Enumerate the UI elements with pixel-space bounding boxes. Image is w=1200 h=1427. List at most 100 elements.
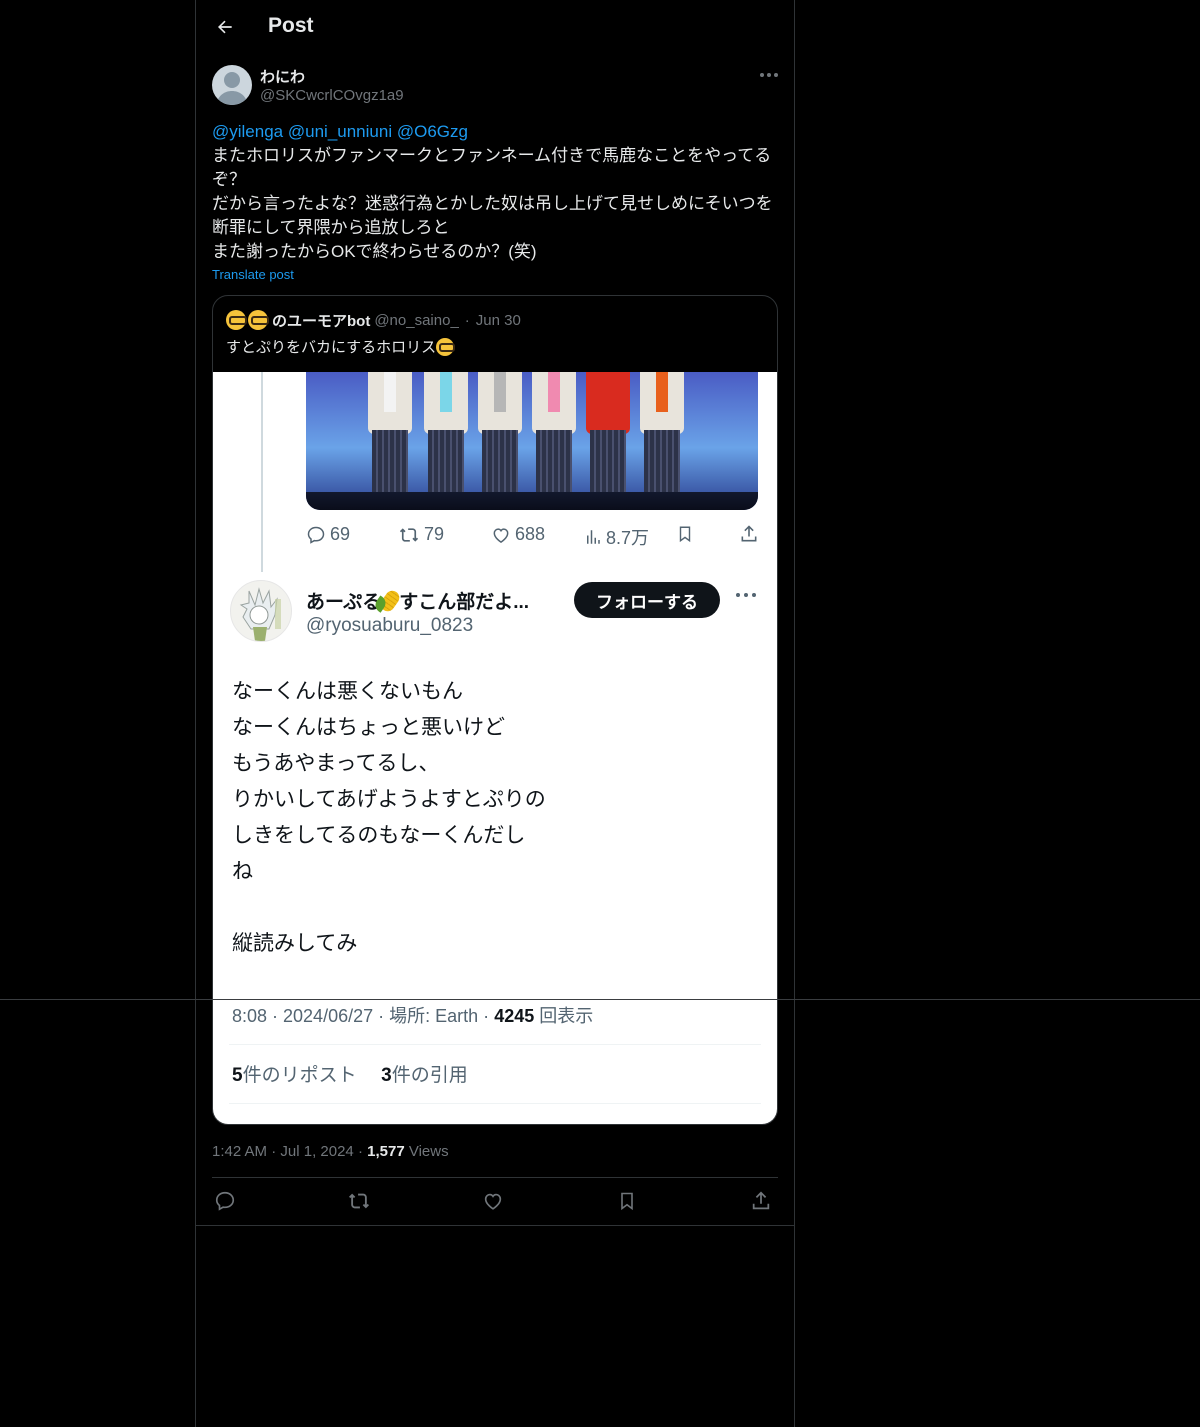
share-icon: [741, 525, 757, 542]
reply-icon: [215, 1191, 235, 1211]
performer-figure: [424, 372, 468, 500]
screenshot-author-avatar: [230, 580, 292, 642]
author-handle[interactable]: @SKCwcrlCOvgz1a9: [260, 87, 404, 104]
top-bar: Post: [196, 0, 794, 54]
performer-figure: [478, 372, 522, 500]
screenshot-reply-count: 69: [306, 524, 350, 545]
screenshot-author-name-part: すこん部だよ...: [399, 592, 530, 613]
screenshot-more-icon: [735, 588, 757, 606]
quoted-post-date: Jun 30: [475, 311, 521, 329]
screenshot-body-line: りかいしてあげようよすとぷりの: [232, 788, 546, 811]
post-meta: 1:42 AM · Jul 1, 2024 · 1,577 Views: [212, 1143, 449, 1160]
quoted-author-handle: @no_saino_: [374, 311, 459, 329]
screenshot-body-text: なーくんは悪くないもん なーくんはちょっと悪いけど もうあやまってるし、 りかい…: [232, 674, 752, 962]
quoted-post[interactable]: のユーモアbot @no_saino_ · Jun 30 すとぷりをバカにするホ…: [212, 295, 778, 1125]
back-button[interactable]: [212, 14, 238, 40]
performer-figure: [368, 372, 412, 500]
default-avatar-icon: [216, 72, 248, 105]
main-column: Post わにわ @SKCwcrlCOvgz1a9 @yilenga @uni_…: [195, 0, 795, 1427]
screenshot-reposts-label: 件のリポスト: [242, 1065, 357, 1086]
nerd-face-icon: [436, 337, 456, 356]
screenshot-meta-separator: ·: [378, 1006, 390, 1026]
post-text-line: ぞ？: [212, 170, 246, 189]
quoted-post-header: のユーモアbot @no_saino_ · Jun 30: [226, 309, 521, 331]
meta-separator: ·: [357, 1143, 368, 1160]
mentions: @yilenga @uni_unniuni @O6Gzg: [212, 120, 778, 144]
quoted-author-name: のユーモアbot: [272, 312, 371, 330]
more-options-button[interactable]: [758, 66, 780, 84]
share-icon: [752, 1191, 770, 1210]
screenshot-author-name-part: あーぷる: [306, 592, 382, 613]
author-name[interactable]: わにわ: [260, 66, 305, 87]
arrow-left-icon: [218, 20, 232, 34]
quoted-screenshot-image[interactable]: 69 79 688 8.7万 あーぷる すこん部だよ... @ryosuabur…: [213, 372, 777, 1124]
translate-post-link[interactable]: Translate post: [212, 267, 294, 282]
screenshot-repost-count: 79: [398, 524, 444, 545]
mention-link[interactable]: @yilenga: [212, 122, 283, 141]
avatar[interactable]: [212, 65, 252, 105]
like-count: 688: [515, 524, 546, 544]
like-button[interactable]: [480, 1188, 506, 1214]
mention-link[interactable]: @uni_unniuni: [288, 122, 392, 141]
repost-count: 79: [424, 524, 445, 544]
views-label: Views: [408, 1143, 449, 1160]
screenshot-body-line: もうあやまってるし、: [232, 752, 440, 775]
post-text-line: またホロリスがファンマークとファンネーム付きで馬鹿なことをやってる: [212, 146, 772, 165]
mention-link[interactable]: @O6Gzg: [397, 122, 468, 141]
screenshot-author-handle: @ryosuaburu_0823: [306, 615, 474, 636]
separator-dot: ·: [464, 311, 470, 329]
share-button[interactable]: [748, 1188, 774, 1214]
thread-line: [261, 372, 263, 572]
quoted-post-text: すとぷりをバカにするホロリス: [226, 336, 456, 357]
screenshot-body-line: なーくんはちょっと悪いけど: [232, 716, 505, 739]
divider: [196, 1225, 794, 1226]
divider: [229, 1103, 761, 1104]
divider: [212, 1177, 778, 1178]
screenshot-meta-views-count: 4245: [494, 1006, 535, 1026]
heart-icon: [484, 1193, 502, 1210]
bookmark-button[interactable]: [614, 1188, 640, 1214]
divider: [229, 1044, 761, 1045]
screenshot-body-line: 縦読みしてみ: [232, 932, 358, 955]
screenshot-body-line: ね: [232, 860, 253, 883]
overlay-guide-line: [0, 999, 1200, 1000]
bookmark-icon: [679, 526, 691, 543]
screenshot-follow-button: フォローする: [574, 582, 720, 618]
screenshot-body-line: なーくんは悪くないもん: [232, 680, 463, 703]
more-icon: [760, 73, 778, 77]
reply-button[interactable]: [212, 1188, 238, 1214]
page-title: Post: [268, 14, 314, 37]
post-text-line: 断罪にして界隈から追放しろと: [212, 218, 450, 237]
screenshot-meta: 8:08 · 2024/06/27 · 場所: Earth · 4245 回表示: [232, 1002, 593, 1028]
screenshot-like-count: 688: [491, 524, 545, 545]
reply-icon: [307, 526, 325, 544]
repost-button[interactable]: [346, 1188, 372, 1214]
quoted-post-text-content: すとぷりをバカにするホロリス: [226, 339, 437, 356]
screenshot-view-count: 8.7万: [584, 524, 649, 550]
view-count: 8.7万: [606, 528, 650, 548]
performer-figure: [640, 372, 684, 500]
screenshot-author-name: あーぷる すこん部だよ...: [306, 587, 529, 614]
views-count: 1,577: [367, 1143, 405, 1160]
screenshot-quotes-count: 3: [381, 1065, 392, 1086]
performer-figure: [586, 372, 630, 500]
character-avatar-icon: [239, 587, 281, 641]
action-bar: [212, 1188, 778, 1216]
stage-floor: [306, 492, 758, 510]
post-time[interactable]: 1:42 AM: [212, 1143, 267, 1160]
post-date[interactable]: Jul 1, 2024: [280, 1143, 353, 1160]
post-text-line: また謝ったからOKで終わらせるのか？(笑): [212, 242, 537, 261]
screenshot-action-bar: 69 79 688 8.7万: [306, 524, 761, 548]
bookmark-icon: [621, 1192, 633, 1211]
screenshot-meta-time: 8:08 · 2024/06/27: [232, 1006, 374, 1026]
heart-icon: [493, 527, 509, 543]
nerd-face-icon: [226, 310, 247, 330]
screenshot-reposts-count: 5: [232, 1065, 243, 1086]
repost-icon: [349, 1193, 369, 1209]
concert-photo: [306, 372, 758, 510]
screenshot-share: [739, 524, 763, 544]
reply-count: 69: [330, 524, 351, 544]
screenshot-stats: 5件のリポスト 3件の引用: [232, 1060, 468, 1087]
screenshot-body-line: しきをしてるのもなーくんだし: [232, 824, 526, 847]
repost-icon: [399, 527, 419, 542]
